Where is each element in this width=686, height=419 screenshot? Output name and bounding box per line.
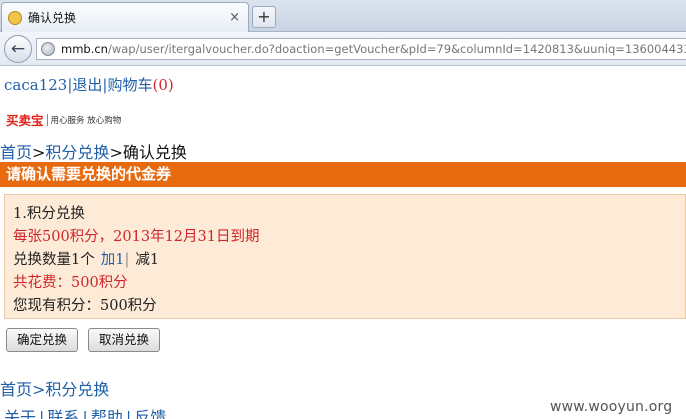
user-bar: caca123|退出|购物车(0)	[4, 74, 174, 95]
address-bar[interactable]: mmb.cn/wap/user/itergalvoucher.do?doacti…	[36, 38, 686, 60]
separator: |	[125, 408, 132, 419]
footer-link-about[interactable]: 关于	[4, 408, 36, 419]
bottom-breadcrumb-home[interactable]: 首页	[0, 380, 32, 399]
logo-text: 买卖宝	[6, 113, 44, 128]
separator: |	[82, 408, 88, 419]
section-heading: 请确认需要兑换的代金券	[0, 162, 686, 187]
bottom-breadcrumb-points-exchange[interactable]: 积分兑换	[45, 380, 109, 399]
browser-tab[interactable]: 确认兑换 ×	[1, 2, 249, 32]
browser-tabstrip: 确认兑换 × +	[0, 0, 686, 32]
footer-link-contact[interactable]: 联系	[47, 408, 79, 419]
action-buttons: 确定兑换 取消兑换	[6, 328, 170, 352]
breadcrumb-points-exchange[interactable]: 积分兑换	[45, 143, 109, 162]
quantity-row: 兑换数量1个 加1| 减1	[13, 249, 677, 272]
footer-link-help[interactable]: 帮助	[91, 408, 123, 419]
tab-title: 确认兑换	[28, 11, 77, 25]
breadcrumb: 首页>积分兑换>确认兑换	[0, 139, 187, 163]
quantity-label: 兑换数量1个	[13, 252, 95, 268]
cancel-exchange-button[interactable]: 取消兑换	[88, 328, 161, 352]
voucher-panel: 1.积分兑换 每张500积分，2013年12月31日到期 兑换数量1个 加1| 减1…	[4, 194, 686, 319]
current-points: 您现有积分：500积分	[13, 298, 157, 314]
separator: |	[39, 408, 45, 419]
logout-link[interactable]: 退出	[72, 76, 102, 94]
page-content: caca123|退出|购物车(0) 买卖宝 用心服务 放心购物 首页>积分兑换>…	[0, 67, 686, 419]
back-button[interactable]: ←	[4, 35, 32, 63]
add-one-link[interactable]: 加1	[101, 252, 125, 268]
confirm-exchange-button[interactable]: 确定兑换	[6, 328, 79, 352]
url-path: /wap/user/itergalvoucher.do?doaction=get…	[107, 42, 686, 56]
new-tab-button[interactable]: +	[252, 6, 276, 28]
browser-navbar: ← mmb.cn/wap/user/itergalvoucher.do?doac…	[0, 32, 686, 66]
favicon-icon	[8, 10, 22, 25]
globe-icon	[41, 42, 55, 56]
breadcrumb-arrow: >	[32, 143, 46, 162]
total-cost: 共花费：500积分	[13, 275, 128, 291]
breadcrumb-home[interactable]: 首页	[0, 143, 32, 162]
watermark: www.wooyun.org	[550, 399, 673, 415]
cart-link[interactable]: 购物车	[107, 76, 152, 94]
voucher-title: 1.积分兑换	[13, 206, 85, 222]
url-domain: mmb.cn	[61, 42, 108, 56]
footer-link-feedback[interactable]: 反馈	[134, 408, 166, 419]
breadcrumb-arrow: >	[109, 143, 123, 162]
logo-divider	[46, 113, 48, 126]
cart-count: (0)	[152, 76, 174, 94]
footer-links: 关于 | 联系 | 帮助 | 反馈	[4, 404, 166, 419]
breadcrumb-arrow: >	[32, 380, 46, 399]
tab-close-icon[interactable]: ×	[229, 10, 240, 25]
minus-one-text: 减1	[135, 252, 160, 268]
voucher-description: 每张500积分，2013年12月31日到期	[13, 229, 260, 245]
breadcrumb-current: 确认兑换	[122, 143, 187, 162]
username-link[interactable]: caca123	[4, 76, 67, 94]
bottom-breadcrumb: 首页>积分兑换	[0, 376, 109, 400]
quantity-separator: |	[124, 252, 130, 268]
site-logo: 买卖宝 用心服务 放心购物	[6, 110, 121, 129]
logo-tagline: 用心服务 放心购物	[50, 115, 122, 126]
